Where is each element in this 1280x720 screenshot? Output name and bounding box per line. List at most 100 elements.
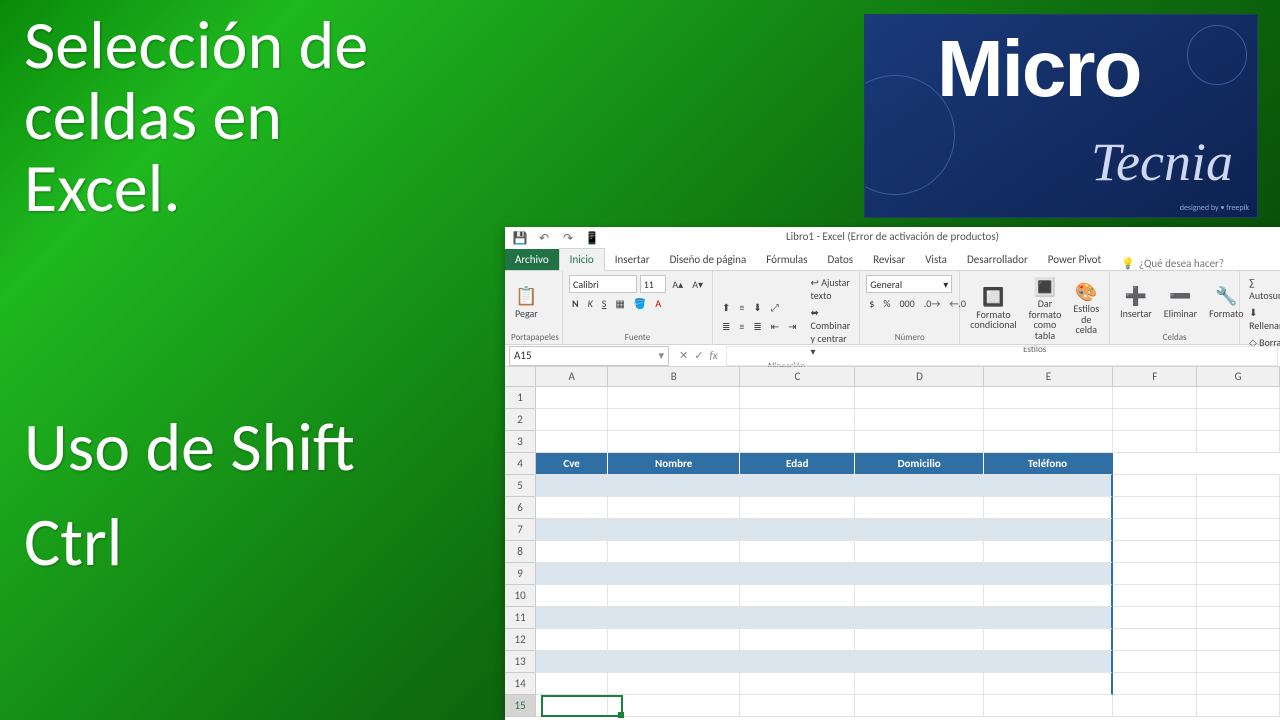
orientation-icon[interactable]: ⤢ (768, 299, 782, 316)
inc-decimal-icon[interactable]: .0→ (921, 295, 944, 312)
cell[interactable] (1197, 387, 1280, 409)
align-middle-icon[interactable]: ≡ (736, 299, 747, 316)
align-center-icon[interactable]: ≡ (736, 318, 747, 335)
format-table-button[interactable]: 🔳Dar formato como tabla (1025, 274, 1066, 343)
cell[interactable] (536, 607, 608, 629)
cell[interactable]: Nombre (608, 453, 740, 475)
cell[interactable] (855, 519, 984, 541)
cell[interactable]: Domicilio (855, 453, 984, 475)
cell[interactable] (536, 431, 608, 453)
cell[interactable] (1113, 585, 1197, 607)
cell[interactable] (1113, 453, 1197, 475)
currency-icon[interactable]: $ (866, 295, 877, 312)
row-header[interactable]: 13 (505, 651, 536, 673)
cell[interactable] (536, 563, 608, 585)
formula-bar[interactable] (726, 346, 1278, 366)
cell[interactable]: Edad (740, 453, 855, 475)
cell[interactable] (1113, 607, 1197, 629)
cell[interactable] (740, 629, 855, 651)
cell[interactable] (984, 607, 1113, 629)
cell[interactable] (740, 431, 855, 453)
tab-home[interactable]: Inicio (559, 248, 605, 271)
cell[interactable] (608, 563, 740, 585)
tab-file[interactable]: Archivo (505, 249, 559, 270)
thousands-icon[interactable]: 000 (896, 295, 917, 312)
row-header[interactable]: 9 (505, 563, 536, 585)
tab-powerpivot[interactable]: Power Pivot (1038, 249, 1111, 270)
tab-formulas[interactable]: Fórmulas (756, 249, 817, 270)
tab-data[interactable]: Datos (817, 249, 863, 270)
cell[interactable] (1113, 497, 1197, 519)
cell[interactable] (608, 387, 740, 409)
italic-button[interactable]: K (585, 295, 596, 312)
cell[interactable] (536, 497, 608, 519)
font-color-button[interactable]: A (652, 295, 664, 312)
cell[interactable] (984, 497, 1113, 519)
cell[interactable] (855, 607, 984, 629)
insert-cells-button[interactable]: ➕Insertar (1116, 284, 1156, 322)
column-header[interactable]: G (1197, 367, 1280, 387)
row-header[interactable]: 6 (505, 497, 536, 519)
cancel-formula-icon[interactable]: ✕ (679, 349, 688, 362)
cell[interactable] (855, 431, 984, 453)
cell[interactable] (1197, 541, 1280, 563)
cell[interactable] (855, 651, 984, 673)
cell[interactable] (984, 585, 1113, 607)
cell[interactable] (984, 673, 1113, 695)
cell[interactable] (1197, 673, 1280, 695)
cell[interactable] (855, 629, 984, 651)
tab-view[interactable]: Vista (915, 249, 957, 270)
cell[interactable] (855, 409, 984, 431)
cell[interactable] (984, 695, 1113, 717)
cell[interactable] (1197, 519, 1280, 541)
cell[interactable] (984, 431, 1113, 453)
cell[interactable] (984, 387, 1113, 409)
tab-review[interactable]: Revisar (863, 249, 915, 270)
cell[interactable] (740, 475, 855, 497)
tab-insert[interactable]: Insertar (605, 249, 660, 270)
row-header[interactable]: 3 (505, 431, 536, 453)
cell[interactable] (740, 519, 855, 541)
delete-cells-button[interactable]: ➖Eliminar (1160, 284, 1201, 322)
cell[interactable] (855, 475, 984, 497)
row-header[interactable]: 2 (505, 409, 536, 431)
cell[interactable] (1113, 673, 1197, 695)
select-all-corner[interactable] (505, 367, 536, 387)
tab-layout[interactable]: Diseño de página (660, 249, 757, 270)
cell[interactable] (855, 673, 984, 695)
row-header[interactable]: 1 (505, 387, 536, 409)
align-top-icon[interactable]: ⬆ (719, 299, 733, 316)
cell[interactable] (608, 475, 740, 497)
cell[interactable] (740, 607, 855, 629)
fill-button[interactable]: ⬇ Rellenar (1246, 304, 1280, 334)
decrease-font-icon[interactable]: A▾ (689, 276, 706, 293)
wrap-text-button[interactable]: ↩ Ajustar texto (808, 274, 854, 304)
cell[interactable] (608, 651, 740, 673)
column-header[interactable]: B (608, 367, 740, 387)
cell[interactable] (608, 409, 740, 431)
cell[interactable] (608, 695, 740, 717)
redo-icon[interactable]: ↷ (561, 231, 575, 245)
enter-formula-icon[interactable]: ✓ (694, 349, 703, 362)
cell-styles-button[interactable]: 🎨Estilos de celda (1069, 279, 1103, 338)
cell[interactable] (740, 497, 855, 519)
cell[interactable] (1113, 541, 1197, 563)
indent-dec-icon[interactable]: ⇤ (768, 318, 782, 335)
cell[interactable] (855, 695, 984, 717)
fill-color-button[interactable]: 🪣 (631, 295, 649, 312)
row-header[interactable]: 14 (505, 673, 536, 695)
row-header[interactable]: 8 (505, 541, 536, 563)
column-header[interactable]: E (984, 367, 1113, 387)
column-header[interactable]: D (855, 367, 984, 387)
cell[interactable] (608, 431, 740, 453)
cell[interactable] (1197, 497, 1280, 519)
cell[interactable] (984, 519, 1113, 541)
align-bottom-icon[interactable]: ⬇ (750, 299, 764, 316)
cell[interactable] (1197, 651, 1280, 673)
cell[interactable] (855, 387, 984, 409)
font-size-select[interactable]: 11 (640, 275, 667, 293)
cell[interactable] (984, 475, 1113, 497)
row-header[interactable]: 10 (505, 585, 536, 607)
cell[interactable] (740, 695, 855, 717)
cell[interactable] (740, 585, 855, 607)
